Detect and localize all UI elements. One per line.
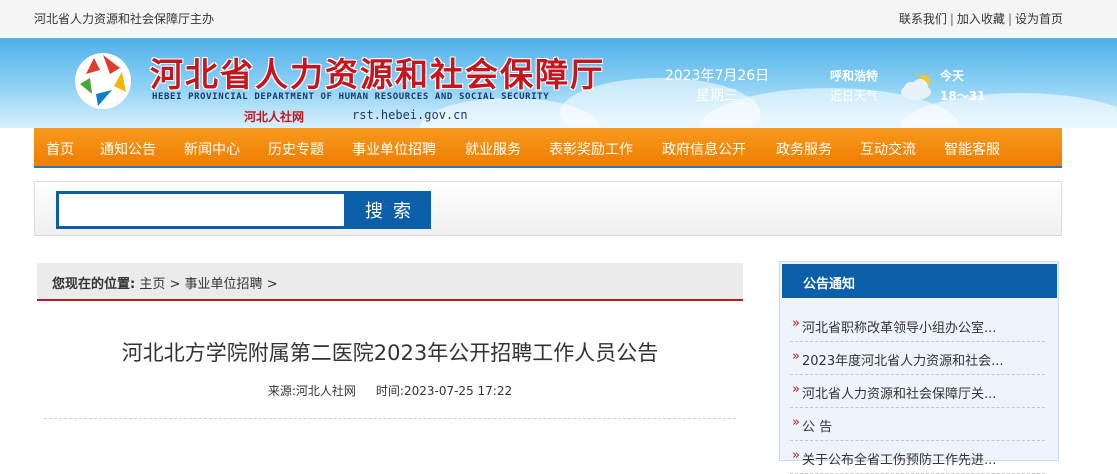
article-time: 时间:2023-07-25 17:22	[375, 384, 513, 398]
temperature-range: 18～31	[940, 89, 986, 103]
header-banner: 河北省人力资源和社会保障厅 HEBEI PROVINCIAL DEPARTMEN…	[0, 38, 1117, 128]
top-bar: 河北省人力资源和社会保障厅主办 联系我们 | 加入收藏 | 设为首页	[0, 0, 1117, 38]
nav-history[interactable]: 历史专题	[268, 139, 324, 159]
notice-list: » 河北省职称改革领导小组办公室... » 2023年度河北省人力资源和社会... …	[790, 309, 1045, 474]
bullet-icon: »	[792, 382, 800, 397]
nav-interaction[interactable]: 互动交流	[860, 139, 916, 159]
breadcrumb-separator: >	[266, 277, 278, 292]
partly-cloudy-icon	[901, 71, 935, 100]
date-display: 2023年7月26日 星期三	[664, 66, 770, 106]
notice-heading: 公告通知	[782, 264, 1057, 298]
nav-home[interactable]: 首页	[46, 139, 74, 159]
emblem-logo-icon[interactable]	[72, 50, 134, 112]
site-title[interactable]: 河北省人力资源和社会保障厅	[150, 48, 605, 96]
nav-news[interactable]: 新闻中心	[184, 139, 240, 159]
breadcrumb: 您现在的位置: 主页 > 事业单位招聘 >	[37, 263, 743, 301]
weather-city: 呼和浩特 近日天气	[830, 66, 878, 106]
today-label: 今天	[940, 69, 965, 83]
nav-recruitment[interactable]: 事业单位招聘	[352, 139, 436, 159]
host-text: 河北省人力资源和社会保障厅主办	[34, 12, 215, 26]
site-short-name: 河北人社网	[244, 110, 305, 124]
today-weather: 今天 18～31	[940, 66, 985, 106]
bullet-icon: »	[792, 349, 800, 364]
bullet-icon: »	[792, 316, 800, 331]
search-input[interactable]	[56, 191, 347, 229]
weather-label: 近日天气	[830, 89, 879, 103]
notice-item[interactable]: » 关于公布全省工伤预防工作先进...	[790, 441, 1045, 474]
set-homepage-link[interactable]: 设为首页	[1015, 12, 1063, 26]
bullet-icon: »	[792, 415, 800, 430]
article-title: 河北北方学院附属第二医院2023年公开招聘工作人员公告	[121, 341, 659, 365]
breadcrumb-separator: >	[169, 277, 181, 292]
breadcrumb-section-link[interactable]: 事业单位招聘	[185, 277, 263, 292]
article-meta: 来源:河北人社网 时间:2023-07-25 17:22	[44, 382, 736, 399]
contact-us-link[interactable]: 联系我们	[899, 12, 947, 26]
main-nav: 首页 通知公告 新闻中心 历史专题 事业单位招聘 就业服务 表彰奖励工作 政府信…	[34, 128, 1062, 168]
article-divider	[44, 418, 736, 419]
nav-gov-info[interactable]: 政府信息公开	[662, 139, 746, 159]
article-source: 来源:河北人社网	[267, 384, 356, 398]
notice-item[interactable]: » 河北省人力资源和社会保障厅关...	[790, 375, 1045, 408]
top-links: 联系我们 | 加入收藏 | 设为首页	[898, 12, 1063, 26]
nav-ai-service[interactable]: 智能客服	[944, 139, 1000, 159]
notice-item[interactable]: » 河北省职称改革领导小组办公室...	[790, 309, 1045, 342]
city-name: 呼和浩特	[830, 69, 879, 83]
notice-item[interactable]: » 公 告	[790, 408, 1045, 441]
bullet-icon: »	[792, 448, 800, 463]
site-url: rst.hebei.gov.cn	[352, 108, 468, 122]
breadcrumb-home-link[interactable]: 主页	[139, 277, 165, 292]
search-button[interactable]: 搜索	[345, 191, 431, 229]
notice-item[interactable]: » 2023年度河北省人力资源和社会...	[790, 342, 1045, 375]
notice-panel: 公告通知 » 河北省职称改革领导小组办公室... » 2023年度河北省人力资源和社…	[779, 261, 1059, 474]
nav-employment[interactable]: 就业服务	[465, 139, 521, 159]
nav-gov-services[interactable]: 政务服务	[776, 139, 832, 159]
nav-notices[interactable]: 通知公告	[100, 139, 156, 159]
site-title-en: HEBEI PROVINCIAL DEPARTMENT OF HUMAN RES…	[152, 92, 550, 102]
search-bar: 搜索	[34, 181, 1062, 236]
nav-awards[interactable]: 表彰奖励工作	[549, 139, 633, 159]
weekday-text: 星期三	[696, 88, 738, 104]
date-text: 2023年7月26日	[664, 68, 770, 84]
breadcrumb-label: 您现在的位置:	[52, 277, 136, 292]
add-favorite-link[interactable]: 加入收藏	[957, 12, 1005, 26]
